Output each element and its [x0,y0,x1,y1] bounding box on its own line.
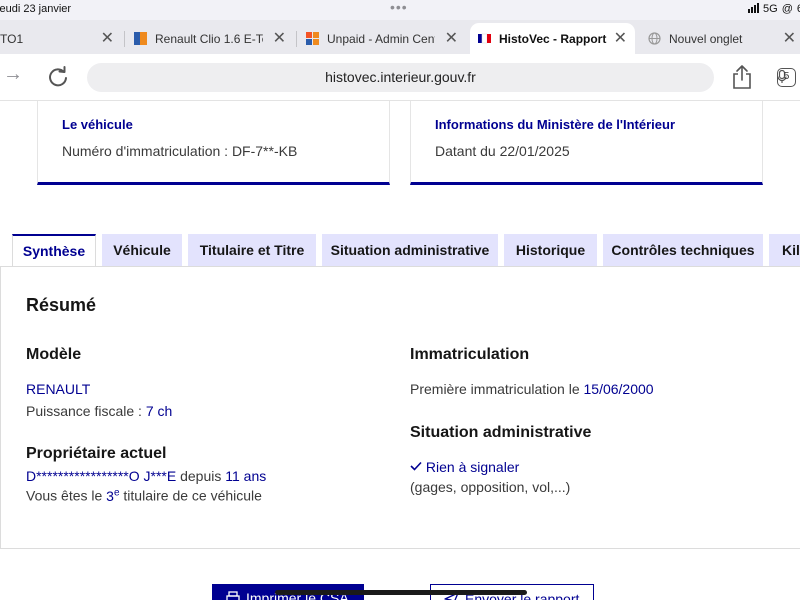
tab-title: Nouvel onglet [669,31,743,46]
browser-tab-1[interactable]: TO1 ✕ [0,23,122,54]
owner-row: D*****************O J***E depuis 11 ans [26,468,266,484]
close-tab-icon[interactable]: ✕ [273,28,286,48]
orientation-lock-icon: @ [781,3,793,15]
tab-title: Renault Clio 1.6 E-Tech [155,31,263,46]
tab-title: HistoVec - Rapport du véhicule [499,31,607,46]
fiscal-power-value: 7 ch [145,403,173,419]
owner-since-label: depuis [180,468,222,484]
fiscal-power-label: Puissance fiscale : [26,403,142,419]
owner-rank-prefix: Vous êtes le [26,487,103,504]
address-bar[interactable]: histovec.interieur.gouv.fr [87,63,787,92]
admin-status-heading: Situation administrative [410,424,592,441]
vehicle-card-title: Le véhicule [62,117,133,132]
status-date: Jeudi 23 janvier [0,3,72,15]
browser-tab-3[interactable]: Unpaid - Admin Center ✕ [306,23,466,54]
tab-vehicule[interactable]: Véhicule [102,234,182,267]
multitask-dots-icon[interactable]: ••• [390,0,408,14]
data-date: Datant du 22/01/2025 [435,143,570,159]
tab-kilometrage[interactable]: Kilométrage [769,234,800,267]
fiscal-power-row: Puissance fiscale : 7 ch [26,403,172,419]
tab-situation-administrative[interactable]: Situation administrative [322,234,498,267]
tab-title: Unpaid - Admin Center [327,31,435,46]
close-tab-icon[interactable]: ✕ [783,28,796,48]
home-indicator[interactable] [275,590,527,595]
tab-titulaire[interactable]: Titulaire et Titre [188,234,316,267]
ministry-card-title: Informations du Ministère de l'Intérieur [435,117,676,132]
printer-icon [226,591,240,600]
reload-icon[interactable] [47,66,69,88]
checkmark-icon [410,461,422,471]
close-tab-icon[interactable]: ✕ [445,28,458,48]
close-tab-icon[interactable]: ✕ [101,28,114,48]
owner-name: D*****************O J***E [26,468,177,484]
tab-synthese[interactable]: Synthèse [12,234,96,268]
globe-icon [648,32,661,45]
url-text: histovec.interieur.gouv.fr [325,69,476,85]
admin-status-value: Rien à signaler [425,459,520,475]
browser-tab-5[interactable]: Nouvel onglet ✕ [648,23,800,54]
status-bar: Jeudi 23 janvier ••• 5G @ 6 [0,0,800,20]
summary-title: Résumé [26,295,97,315]
forward-arrow-icon[interactable]: → [3,63,23,86]
model-brand: RENAULT [26,381,91,397]
signal-icon [748,3,759,13]
tab-historique[interactable]: Historique [504,234,597,267]
close-tab-icon[interactable]: ✕ [614,28,627,48]
tab-controles-techniques[interactable]: Contrôles techniques [603,234,763,267]
registration-heading: Immatriculation [410,346,530,363]
model-heading: Modèle [26,346,82,363]
admin-status-details: (gages, opposition, vol,...) [410,479,571,495]
renault-favicon-icon [134,32,147,45]
first-registration-date: 15/06/2000 [583,381,654,397]
browser-toolbar: → histovec.interieur.gouv.fr 5 [0,54,800,101]
french-flag-favicon-icon [478,33,491,44]
vehicle-card: Le véhicule Numéro d'immatriculation : D… [37,101,390,185]
tab-overview-button[interactable]: 5 [777,68,796,87]
registration-number: Numéro d'immatriculation : DF-7**-KB [62,143,298,159]
browser-tab-bar: TO1 ✕ Renault Clio 1.6 E-Tech ✕ Unpaid -… [0,20,800,54]
summary-panel: Résumé Modèle RENAULT Puissance fiscale … [0,266,800,549]
owner-rank-number: 3e [106,487,120,504]
ministry-card: Informations du Ministère de l'Intérieur… [410,101,763,185]
network-label: 5G [763,3,778,15]
browser-tab-2[interactable]: Renault Clio 1.6 E-Tech ✕ [134,23,294,54]
first-registration-label: Première immatriculation le [410,381,580,397]
owner-rank-suffix: titulaire de ce véhicule [123,487,262,504]
owner-since-value: 11 ans [225,468,267,484]
office-favicon-icon [306,32,319,45]
owner-rank-row: Vous êtes le 3e titulaire de ce véhicule [26,487,262,504]
share-icon[interactable] [731,64,753,90]
report-tabs: Synthèse Véhicule Titulaire et Titre Sit… [0,234,800,268]
browser-tab-4-active[interactable]: HistoVec - Rapport du véhicule ✕ [470,23,635,54]
admin-status-row: Rien à signaler [410,459,519,475]
first-registration-row: Première immatriculation le 15/06/2000 [410,381,654,397]
owner-heading: Propriétaire actuel [26,445,167,462]
